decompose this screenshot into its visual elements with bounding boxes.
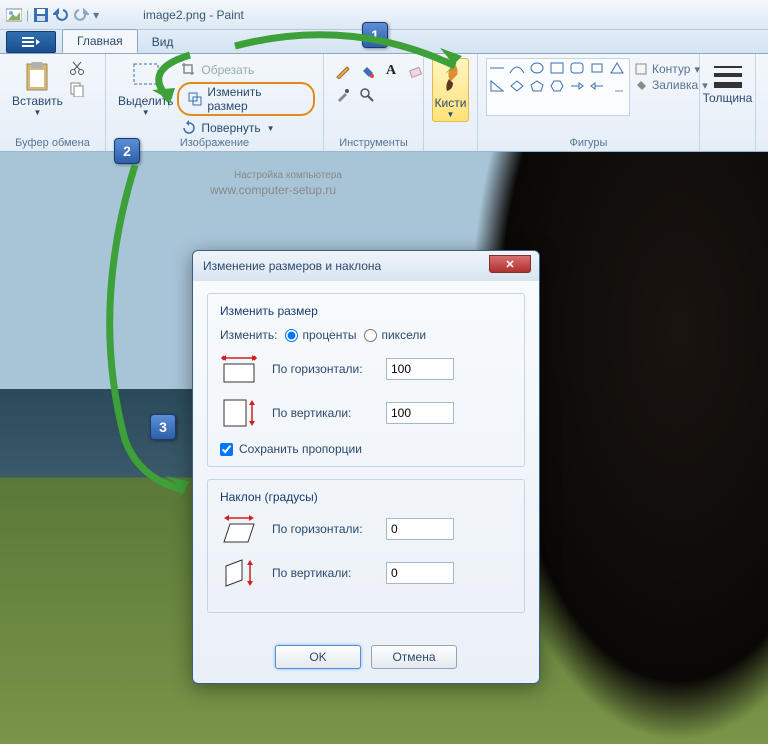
- window-title: image2.png - Paint: [143, 8, 244, 22]
- qat-separator: |: [26, 8, 29, 22]
- keep-ratio-label: Сохранить пропорции: [239, 442, 362, 456]
- dialog-titlebar[interactable]: Изменение размеров и наклона ✕: [193, 251, 539, 281]
- tab-home[interactable]: Главная: [62, 29, 138, 53]
- ok-button[interactable]: OK: [275, 645, 361, 669]
- ribbon: Вставить ▼ Буфер обмена Выделить ▼ Обрез…: [0, 54, 768, 152]
- select-button[interactable]: Выделить ▼: [114, 58, 177, 138]
- skew-h-label: По горизонтали:: [272, 522, 372, 536]
- crop-icon: [181, 62, 197, 78]
- eraser-tool[interactable]: [404, 60, 426, 82]
- chevron-down-icon: ▼: [142, 108, 150, 117]
- file-menu-button[interactable]: [6, 31, 56, 53]
- qat-dropdown-icon[interactable]: ▾: [93, 8, 99, 22]
- group-tools-label: Инструменты: [324, 137, 423, 149]
- chevron-down-icon: ▼: [447, 110, 455, 119]
- shapes-gallery[interactable]: [486, 58, 630, 116]
- resize-vertical-input[interactable]: [386, 402, 454, 424]
- vertical-skew-icon: [220, 558, 258, 588]
- select-label: Выделить: [118, 94, 173, 108]
- shape-fill-button[interactable]: Заливка ▾: [634, 78, 708, 92]
- radio-pixels[interactable]: пиксели: [364, 328, 426, 342]
- skew-v-label: По вертикали:: [272, 566, 372, 580]
- chevron-down-icon: ▼: [267, 124, 275, 133]
- save-icon[interactable]: [33, 7, 49, 23]
- skew-legend: Наклон (градусы): [220, 490, 512, 504]
- watermark: Настройка компьютера www.computer-setup.…: [210, 170, 342, 197]
- brushes-button[interactable]: Кисти ▼: [432, 58, 469, 122]
- undo-icon[interactable]: [53, 7, 69, 23]
- paste-label: Вставить: [12, 94, 63, 108]
- select-icon: [130, 60, 162, 92]
- redo-icon[interactable]: [73, 7, 89, 23]
- tab-view[interactable]: Вид: [138, 31, 188, 53]
- rotate-button[interactable]: Повернуть▼: [177, 118, 315, 138]
- cancel-button[interactable]: Отмена: [371, 645, 457, 669]
- size-label: Толщина: [703, 91, 753, 105]
- thickness-icon: [714, 64, 742, 91]
- quick-access-toolbar: | ▾: [6, 7, 99, 23]
- paste-button[interactable]: Вставить ▼: [8, 58, 67, 119]
- paint-app-icon: [6, 7, 22, 23]
- cut-icon[interactable]: [69, 60, 85, 79]
- eyedropper-tool[interactable]: [332, 84, 354, 106]
- resize-legend: Изменить размер: [220, 304, 512, 318]
- resize-button[interactable]: Изменить размер: [177, 82, 315, 116]
- tools-grid: A: [332, 60, 415, 106]
- dialog-close-button[interactable]: ✕: [489, 255, 531, 273]
- vertical-resize-icon: [220, 398, 258, 428]
- group-clipboard-label: Буфер обмена: [0, 137, 105, 149]
- magnifier-tool[interactable]: [356, 84, 378, 106]
- resize-icon: [187, 91, 203, 107]
- crop-button[interactable]: Обрезать: [177, 60, 315, 80]
- copy-icon[interactable]: [69, 81, 85, 100]
- group-shapes-label: Фигуры: [478, 137, 699, 149]
- horizontal-skew-icon: [220, 514, 258, 544]
- brush-icon: [437, 61, 465, 96]
- size-button[interactable]: Толщина: [708, 62, 747, 107]
- fill-tool[interactable]: [356, 60, 378, 82]
- shape-outline-button[interactable]: Контур ▾: [634, 62, 708, 76]
- resize-skew-dialog: Изменение размеров и наклона ✕ Изменить …: [192, 250, 540, 684]
- radio-percent[interactable]: проценты: [285, 328, 356, 342]
- horizontal-label: По горизонтали:: [272, 362, 372, 376]
- vertical-label: По вертикали:: [272, 406, 372, 420]
- skew-horizontal-input[interactable]: [386, 518, 454, 540]
- annotation-step-1: 1: [362, 22, 388, 48]
- brushes-label: Кисти: [435, 96, 467, 110]
- dialog-title-text: Изменение размеров и наклона: [203, 259, 381, 273]
- text-tool[interactable]: A: [380, 60, 402, 82]
- keep-ratio-checkbox[interactable]: [220, 443, 233, 456]
- resize-horizontal-input[interactable]: [386, 358, 454, 380]
- resize-by-label: Изменить:: [220, 328, 277, 342]
- skew-vertical-input[interactable]: [386, 562, 454, 584]
- horizontal-resize-icon: [220, 354, 258, 384]
- rotate-icon: [181, 120, 197, 136]
- clipboard-icon: [21, 60, 53, 92]
- pencil-tool[interactable]: [332, 60, 354, 82]
- annotation-step-2: 2: [114, 138, 140, 164]
- annotation-step-3: 3: [150, 414, 176, 440]
- chevron-down-icon: ▼: [33, 108, 41, 117]
